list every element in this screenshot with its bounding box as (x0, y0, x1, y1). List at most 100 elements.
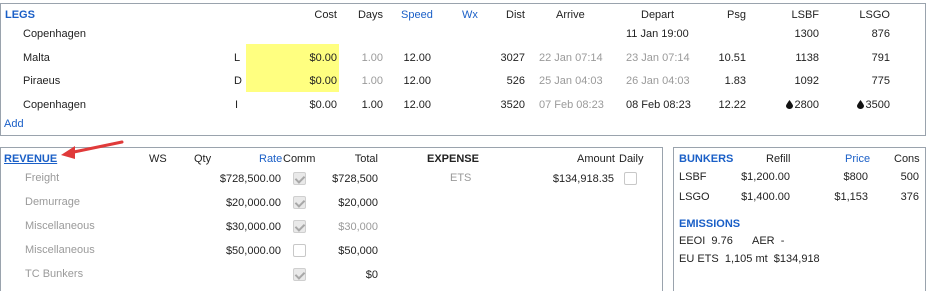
leg-lsgo: 3500 (865, 99, 890, 111)
leg-depart[interactable]: 11 Jan 19:00 (626, 28, 689, 40)
revenue-total: $728,500 (332, 173, 378, 185)
col-price[interactable]: Price (845, 153, 870, 165)
leg-cost[interactable]: $0.00 (280, 99, 337, 111)
aer-label: AER (752, 235, 775, 247)
fuel-drop-icon (785, 100, 793, 109)
col-refill: Refill (766, 153, 791, 165)
fuel-drop-icon (856, 100, 864, 109)
leg-lsbf: 1138 (795, 52, 819, 64)
leg-lsgo: 876 (871, 28, 890, 40)
leg-type[interactable]: L (234, 52, 240, 64)
leg-lsgo: 775 (871, 75, 890, 87)
emissions-title: EMISSIONS (679, 218, 741, 230)
leg-dist: 526 (506, 75, 525, 87)
col-total: Total (354, 153, 378, 165)
leg-psg: 1.83 (724, 75, 746, 87)
annotation-arrow (61, 140, 124, 159)
leg-lsgo-cell: 3500 (846, 99, 890, 111)
comm-checkbox[interactable] (293, 196, 306, 209)
eeoi-value: 9.76 (711, 235, 733, 247)
revenue-rate[interactable]: $20,000.00 (200, 197, 281, 209)
eeoi-row: EEOI 9.76 (679, 235, 733, 247)
col-dist: Dist (506, 9, 525, 21)
col-arrive: Arrive (556, 9, 585, 21)
euets-value: 1,105 mt (724, 253, 768, 265)
revenue-label: Miscellaneous (25, 244, 95, 256)
bunker-cons: 500 (900, 171, 919, 183)
col-rate[interactable]: Rate (259, 153, 282, 165)
col-comm: Comm (283, 153, 316, 165)
comm-checkbox[interactable] (293, 220, 306, 233)
leg-type[interactable]: D (234, 75, 242, 87)
leg-speed[interactable]: 12.00 (395, 99, 431, 111)
leg-lsbf: 1092 (794, 75, 819, 87)
leg-depart[interactable]: 23 Jan 07:14 (626, 52, 690, 64)
revenue-label: Miscellaneous (25, 220, 95, 232)
col-lsgo: LSGO (859, 9, 890, 21)
leg-dist: 3520 (500, 99, 525, 111)
comm-checkbox[interactable] (293, 244, 306, 257)
col-wx[interactable]: Wx (462, 9, 478, 21)
leg-speed[interactable]: 12.00 (395, 52, 431, 64)
expense-label: ETS (450, 172, 472, 184)
col-cons: Cons (894, 153, 920, 165)
euets-amount: $134,918 (773, 253, 820, 265)
leg-type[interactable]: I (235, 99, 238, 111)
col-psg: Psg (727, 9, 746, 21)
legs-panel (0, 3, 926, 136)
leg-lsgo: 791 (871, 52, 890, 64)
bunker-price[interactable]: $800 (820, 171, 868, 183)
revenue-rate[interactable]: $728,500.00 (200, 173, 281, 185)
col-ws: WS (149, 153, 167, 165)
bunker-fuel: LSBF (679, 171, 707, 183)
revenue-label: Freight (25, 172, 60, 184)
comm-checkbox[interactable] (293, 172, 306, 185)
euets-label: EU ETS (679, 253, 719, 265)
col-days: Days (357, 9, 383, 21)
revenue-title[interactable]: REVENUE (4, 153, 57, 165)
col-cost: Cost (314, 9, 337, 21)
leg-depart[interactable]: 08 Feb 08:23 (626, 99, 691, 111)
leg-cost[interactable]: $0.00 (280, 52, 337, 64)
revenue-total: $0 (365, 269, 378, 281)
bunker-cons: 376 (900, 191, 919, 203)
col-depart: Depart (641, 9, 675, 21)
leg-days[interactable]: 1.00 (345, 52, 383, 64)
add-leg-link[interactable]: Add (4, 118, 24, 130)
bunkers-title: BUNKERS (679, 153, 734, 165)
aer-row: AER - (752, 235, 784, 247)
revenue-total: $50,000 (338, 245, 378, 257)
leg-depart[interactable]: 26 Jan 04:03 (626, 75, 690, 87)
leg-arrive[interactable]: 22 Jan 07:14 (539, 52, 603, 64)
leg-cost[interactable]: $0.00 (280, 75, 337, 87)
col-speed[interactable]: Speed (401, 9, 433, 21)
comm-checkbox[interactable] (293, 268, 306, 281)
revenue-label: Demurrage (25, 196, 81, 208)
leg-days[interactable]: 1.00 (345, 99, 383, 111)
leg-arrive[interactable]: 07 Feb 08:23 (539, 99, 604, 111)
leg-days[interactable]: 1.00 (345, 75, 383, 87)
leg-arrive[interactable]: 25 Jan 04:03 (539, 75, 603, 87)
leg-port[interactable]: Malta (23, 52, 50, 64)
leg-psg: 12.22 (718, 99, 746, 111)
leg-dist: 3027 (500, 52, 525, 64)
leg-lsbf: 2800 (794, 99, 819, 111)
aer-value: - (780, 235, 785, 247)
daily-checkbox[interactable] (624, 172, 637, 185)
col-daily: Daily (619, 153, 644, 165)
bunker-price[interactable]: $1,153 (820, 191, 868, 203)
eeoi-label: EEOI (679, 235, 706, 247)
leg-lsbf-cell: 2800 (775, 99, 819, 111)
bunker-refill[interactable]: $1,200.00 (730, 171, 790, 183)
leg-speed[interactable]: 12.00 (395, 75, 431, 87)
leg-port[interactable]: Copenhagen (23, 28, 86, 40)
leg-port[interactable]: Copenhagen (23, 99, 86, 111)
leg-port[interactable]: Piraeus (23, 75, 60, 87)
col-qty: Qty (194, 153, 212, 165)
leg-psg: 10.51 (718, 52, 746, 64)
bunker-refill[interactable]: $1,400.00 (730, 191, 790, 203)
expense-amount[interactable]: $134,918.35 (520, 173, 614, 185)
revenue-label: TC Bunkers (25, 268, 84, 280)
revenue-rate[interactable]: $50,000.00 (200, 245, 281, 257)
revenue-rate[interactable]: $30,000.00 (200, 221, 281, 233)
